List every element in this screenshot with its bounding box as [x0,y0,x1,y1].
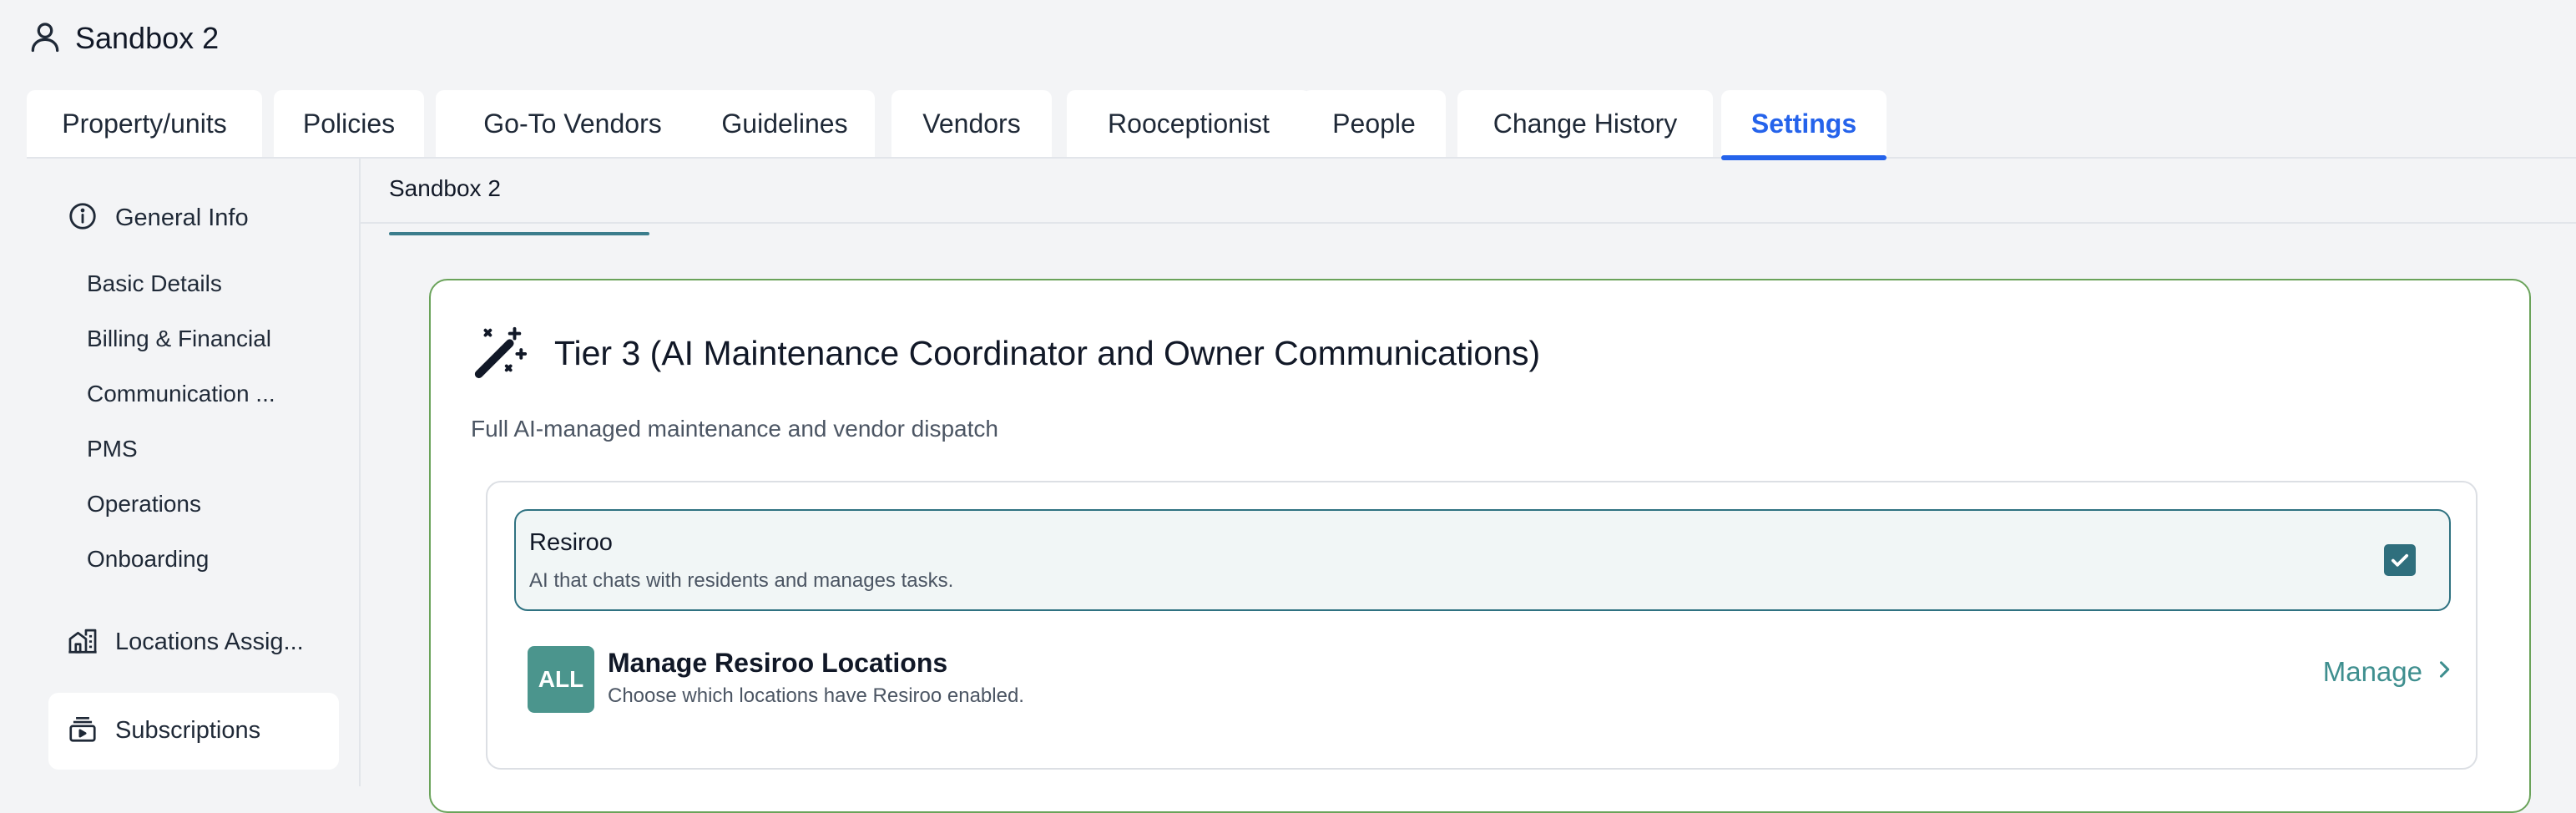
sidebar-item-subscriptions[interactable]: Subscriptions [67,713,260,749]
tab-settings[interactable]: Settings [1721,90,1887,160]
sidebar-item-locations[interactable]: Locations Assig... [67,624,304,660]
magic-wand-icon [471,322,529,385]
product-name: Resiroo [529,529,613,556]
product-card: Resiroo AI that chats with residents and… [486,481,2478,770]
sidebar-item-label: General Info [115,205,249,231]
tier-header: Tier 3 (AI Maintenance Coordinator and O… [471,322,1540,385]
tab-change-history[interactable]: Change History [1457,90,1713,157]
page-header: Sandbox 2 [27,15,219,62]
sidebar-item-onboarding[interactable]: Onboarding [87,546,209,573]
sidebar-item-general-info[interactable]: General Info [67,200,249,236]
tab-people[interactable]: People [1302,90,1446,157]
tab-policies[interactable]: Policies [274,90,424,157]
tab-property-units[interactable]: Property/units [27,90,262,157]
sidebar-item-operations[interactable]: Operations [87,491,201,518]
subtab-sandbox[interactable]: Sandbox 2 [389,159,649,235]
product-option-resiroo[interactable]: Resiroo AI that chats with residents and… [514,509,2451,611]
tier-description: Full AI-managed maintenance and vendor d… [471,416,998,442]
subscriptions-icon [67,713,98,749]
chevron-right-icon [2432,656,2456,688]
sidebar-item-pms[interactable]: PMS [87,436,138,462]
sidebar-item-label: Locations Assig... [115,629,304,655]
sidebar-item-label: Subscriptions [115,717,261,744]
product-description: AI that chats with residents and manages… [529,569,954,592]
tab-rooceptionist[interactable]: Rooceptionist [1067,90,1311,157]
settings-sidebar: General Info Basic Details Billing & Fin… [0,159,361,786]
manage-locations-row: ALL Manage Resiroo Locations Choose whic… [528,646,2456,715]
check-icon [2391,553,2409,567]
manage-locations-title: Manage Resiroo Locations [608,648,948,678]
main-tabs: Property/units Policies Go-To Vendors Gu… [27,90,2576,160]
sub-tabs: Sandbox 2 [361,159,2576,235]
info-icon [67,200,98,236]
tab-vendors[interactable]: Vendors [891,90,1052,157]
page-title: Sandbox 2 [75,21,220,55]
all-locations-badge: ALL [528,646,594,713]
tier-card: Tier 3 (AI Maintenance Coordinator and O… [429,279,2531,813]
tab-go-to-vendors[interactable]: Go-To Vendors [436,90,710,157]
tab-guidelines[interactable]: Guidelines [695,90,875,157]
manage-locations-description: Choose which locations have Resiroo enab… [608,684,1024,707]
manage-link-label: Manage [2322,656,2422,687]
sidebar-item-basic-details[interactable]: Basic Details [87,270,222,297]
tier-title: Tier 3 (AI Maintenance Coordinator and O… [554,334,1541,372]
sidebar-item-billing-financial[interactable]: Billing & Financial [87,326,271,352]
sidebar-item-communication[interactable]: Communication ... [87,381,275,407]
manage-link[interactable]: Manage [2323,656,2456,688]
product-checkbox[interactable] [2384,544,2416,576]
user-icon [27,18,63,59]
building-icon [67,624,98,660]
